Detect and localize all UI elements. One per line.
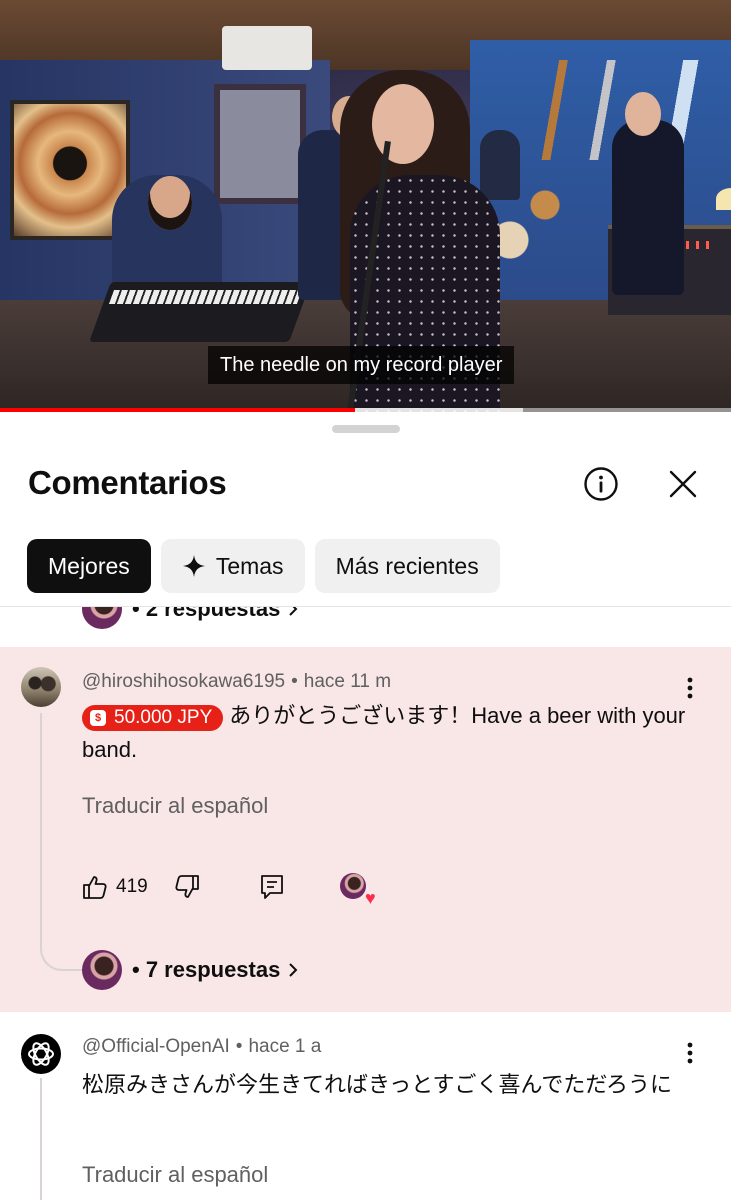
comments-list[interactable]: • 2 respuestas @hiroshihosokawa6195 • hace…: [0, 607, 731, 1200]
thread-connector: [40, 713, 84, 971]
thumbs-up-icon: [83, 876, 107, 899]
creator-heart: ♥: [339, 873, 376, 907]
more-vert-icon: [687, 677, 693, 699]
heart-icon: ♥: [365, 888, 376, 908]
scene-guitarist: [612, 120, 684, 295]
video-caption: The needle on my record player: [208, 346, 515, 384]
comment-item: @Official-OpenAI • hace 1 a 松原みきさんが今生きてればき…: [0, 1012, 731, 1200]
close-icon: [669, 470, 697, 498]
sheet-drag-handle[interactable]: [332, 425, 400, 433]
creator-avatar: [82, 950, 122, 990]
sparkle-icon: [182, 555, 205, 577]
video-player[interactable]: The needle on my record player: [0, 0, 731, 412]
scene-guitarist-head: [625, 92, 661, 136]
chip-label: Mejores: [48, 552, 130, 579]
comment-actions: 419 ♥: [82, 873, 376, 907]
reply-icon: [260, 875, 283, 899]
chip-mas-recientes[interactable]: Más recientes: [314, 539, 500, 593]
comment-text: $50.000 JPY ありがとうございます！Have a beer with y…: [82, 703, 686, 762]
scene-lamp: [716, 188, 731, 210]
creator-avatar: [82, 607, 122, 629]
comment-time: hace 1 a: [248, 1036, 322, 1057]
comment-time: hace 11 m: [303, 671, 392, 692]
chip-mejores[interactable]: Mejores: [27, 539, 151, 593]
replies-count: • 7 respuestas: [132, 957, 300, 983]
comment-item: @hiroshihosokawa6195 • hace 11 m $50.000 J…: [0, 647, 731, 1012]
reply-button[interactable]: [260, 874, 284, 900]
info-icon: [584, 467, 618, 501]
comment-text: 松原みきさんが今生きてればきっとすごく喜んでただろうに: [82, 1072, 673, 1097]
sheet-title: Comentarios: [28, 464, 227, 501]
info-button[interactable]: [579, 462, 623, 506]
scene-singer-face: [372, 84, 434, 164]
chevron-right-icon: [289, 963, 298, 977]
replies-count: • 2 respuestas: [132, 607, 300, 622]
scene-drummer: [480, 130, 520, 200]
comment-author[interactable]: @Official-OpenAI: [82, 1036, 230, 1057]
creator-heart-badge: ♥: [339, 873, 376, 907]
thread-connector: [40, 1078, 84, 1200]
chevron-right-icon: [289, 607, 298, 616]
more-options-button[interactable]: [676, 1039, 704, 1067]
like-button[interactable]: 419: [82, 874, 148, 900]
superchat-badge: $50.000 JPY: [82, 705, 224, 731]
openai-logo-icon: [28, 1042, 54, 1066]
like-count: 419: [116, 876, 148, 897]
sort-chips: Mejores Temas Más recientes: [27, 539, 500, 593]
scene-pianist-head: [148, 176, 192, 230]
translate-link[interactable]: Traducir al español: [82, 1162, 268, 1188]
creator-avatar: [339, 873, 366, 899]
scene-window: [214, 84, 306, 204]
thumbs-down-icon: [175, 875, 199, 898]
scene-keyboard: [89, 282, 311, 342]
scene-air-conditioner: [222, 26, 312, 70]
translate-link[interactable]: Traducir al español: [82, 793, 268, 819]
superchat-icon: $: [90, 710, 106, 726]
chip-temas[interactable]: Temas: [160, 539, 305, 593]
avatar[interactable]: [21, 1034, 61, 1074]
chip-label: Más recientes: [335, 552, 479, 579]
replies-toggle[interactable]: • 7 respuestas: [82, 950, 300, 990]
chip-label: Temas: [215, 552, 284, 579]
close-button[interactable]: [661, 462, 705, 506]
comments-sheet: Comentarios Mejores Temas Más recientes: [0, 412, 731, 1200]
prev-thread-replies[interactable]: • 2 respuestas: [82, 607, 300, 629]
comment-meta: @hiroshihosokawa6195 • hace 11 m: [82, 671, 392, 692]
more-vert-icon: [687, 1042, 693, 1064]
dislike-button[interactable]: [174, 874, 200, 900]
comment-author[interactable]: @hiroshihosokawa6195: [82, 671, 285, 692]
avatar[interactable]: [21, 667, 61, 707]
comment-meta: @Official-OpenAI • hace 1 a: [82, 1036, 322, 1057]
more-options-button[interactable]: [676, 674, 704, 702]
